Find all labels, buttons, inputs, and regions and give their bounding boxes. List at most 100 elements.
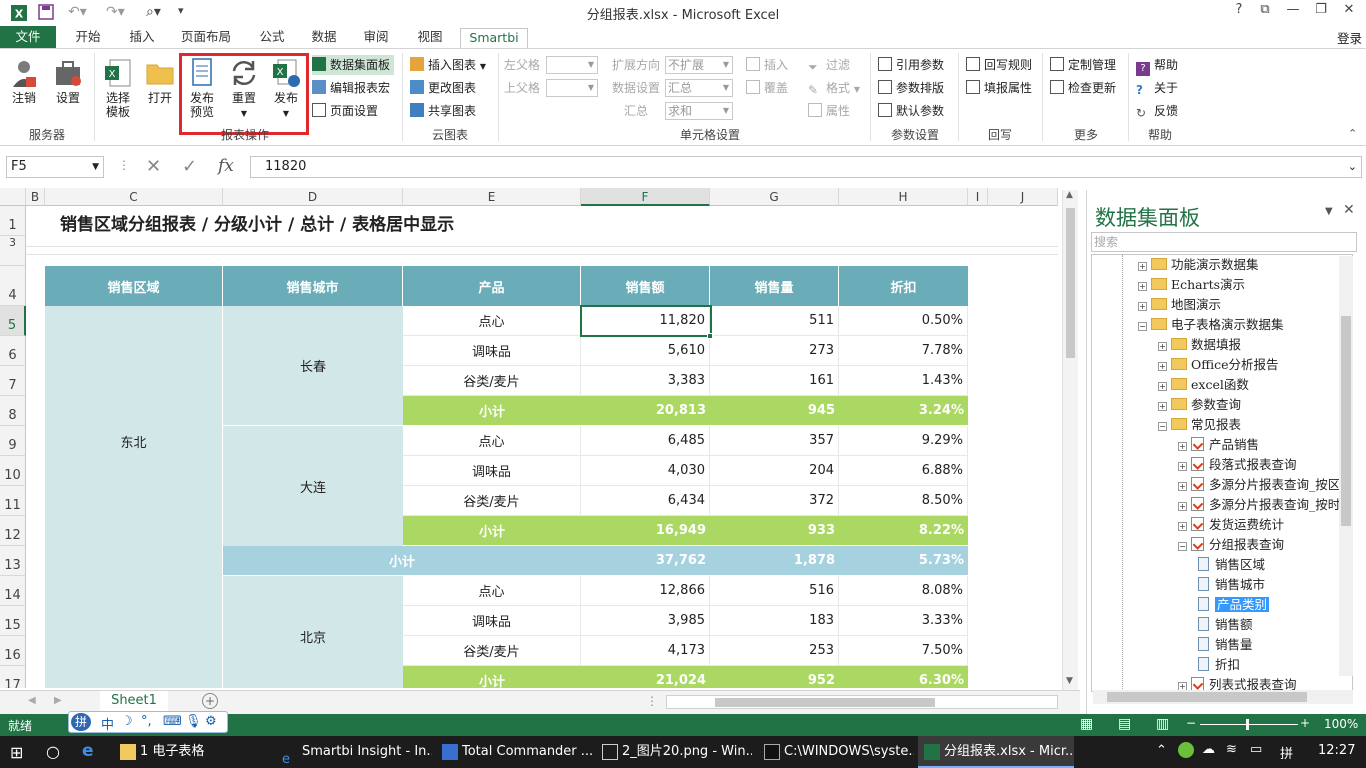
row-header[interactable]: 3 (0, 236, 26, 266)
publish-button[interactable]: X 发布▼ (268, 57, 304, 121)
tree-node-field[interactable]: 产品类别 (1198, 595, 1269, 615)
tree-node-field[interactable]: 销售额 (1198, 615, 1253, 635)
header-cell[interactable]: 销售额 (581, 266, 710, 306)
settings-button[interactable]: 设置 (50, 57, 86, 105)
about-button[interactable]: ?关于 (1136, 78, 1178, 98)
tree-node-report[interactable]: +发货运费统计 (1178, 515, 1284, 535)
subtotal-cell[interactable]: 小计 (403, 666, 581, 688)
data-cell[interactable]: 253 (710, 636, 839, 666)
tab-home[interactable]: 开始 (66, 28, 110, 48)
expand-icon[interactable]: + (1138, 302, 1147, 311)
column-header[interactable]: B (26, 188, 45, 206)
ime-halfwidth-icon[interactable]: ☽ (121, 714, 133, 729)
tree-node-folder[interactable]: +excel函数 (1158, 375, 1249, 395)
taskbar-item[interactable]: Total Commander ... (436, 736, 592, 768)
expand-icon[interactable]: + (1178, 462, 1187, 471)
ime-punct-icon[interactable]: °, (141, 714, 152, 729)
next-sheet-icon[interactable]: ▶ (54, 695, 62, 706)
data-cell[interactable]: 谷类/麦片 (403, 366, 581, 396)
tree-node-report[interactable]: +多源分片报表查询_按区域 (1178, 475, 1353, 495)
data-cell[interactable]: 4,173 (581, 636, 710, 666)
tree-node-folder[interactable]: −电子表格演示数据集 (1138, 315, 1284, 335)
row-header[interactable]: 4 (0, 266, 26, 306)
data-cell[interactable]: 204 (710, 456, 839, 486)
tree-horizontal-scrollbar[interactable] (1093, 690, 1353, 704)
wifi-icon[interactable]: ≋ (1226, 742, 1237, 757)
data-cell[interactable]: 7.78% (839, 336, 968, 366)
row-header[interactable]: 14 (0, 576, 26, 606)
data-cell[interactable]: 点心 (403, 426, 581, 456)
insert-function-icon[interactable]: fx (218, 156, 234, 176)
page-layout-view-icon[interactable]: ▤ (1118, 716, 1131, 732)
add-sheet-icon[interactable]: + (202, 693, 218, 709)
data-cell[interactable]: 9.29% (839, 426, 968, 456)
ribbon-display-options-icon[interactable]: ⧉ (1252, 2, 1278, 22)
subtotal-cell[interactable]: 小计 (403, 396, 581, 426)
fill-property-button[interactable]: 填报属性 (966, 78, 1032, 98)
tree-node-report[interactable]: +多源分片报表查询_按时间 (1178, 495, 1353, 515)
subtotal-cell[interactable]: 小计 (403, 516, 581, 546)
header-cell[interactable]: 销售量 (710, 266, 839, 306)
collapse-icon[interactable]: − (1178, 542, 1187, 551)
notification-icon[interactable]: ▭ (1250, 742, 1262, 757)
insert-mode-button[interactable]: 插入 (746, 55, 788, 75)
dataset-panel-button[interactable]: 数据集面板 (312, 55, 394, 75)
name-box[interactable]: F5▼ (6, 156, 104, 178)
column-header[interactable]: G (710, 188, 839, 206)
column-header-selected[interactable]: F (581, 188, 710, 206)
data-cell[interactable]: 183 (710, 606, 839, 636)
taskbar-item[interactable]: eSmartbi Insight - In... (276, 736, 432, 768)
subtotal-cell[interactable]: 8.22% (839, 516, 968, 546)
panel-menu-icon[interactable]: ▼ (1325, 206, 1333, 217)
tree-node-report[interactable]: +产品销售 (1178, 435, 1259, 455)
data-cell[interactable]: 273 (710, 336, 839, 366)
subtotal-cell[interactable]: 16,949 (581, 516, 710, 546)
page-break-view-icon[interactable]: ▥ (1156, 716, 1169, 732)
clock[interactable]: 12:27 (1318, 743, 1355, 758)
city-cell[interactable]: 大连 (223, 426, 403, 546)
publish-preview-button[interactable]: 发布 预览 (184, 57, 220, 119)
taskbar-item[interactable]: C:\WINDOWS\syste... (758, 736, 914, 768)
data-cell[interactable]: 点心 (403, 306, 581, 336)
horizontal-scrollbar[interactable] (666, 695, 1058, 709)
data-cell[interactable]: 516 (710, 576, 839, 606)
overwrite-mode-button[interactable]: 覆盖 (746, 78, 788, 98)
expand-icon[interactable]: + (1178, 442, 1187, 451)
custom-manage-button[interactable]: 定制管理 (1050, 55, 1116, 75)
data-cell[interactable]: 6,485 (581, 426, 710, 456)
taskbar-item[interactable]: 2_图片20.png - Win... (596, 736, 752, 768)
data-cell[interactable]: 调味品 (403, 606, 581, 636)
feedback-button[interactable]: ↻反馈 (1136, 101, 1178, 121)
row-header[interactable]: 15 (0, 606, 26, 636)
expand-icon[interactable]: + (1158, 402, 1167, 411)
tab-formulas[interactable]: 公式 (250, 28, 294, 48)
data-cell[interactable]: 谷类/麦片 (403, 636, 581, 666)
cloud-icon[interactable]: ☁ (1202, 742, 1215, 757)
dataset-tree[interactable]: +功能演示数据集+Echarts演示+地图演示−电子表格演示数据集+数据填报+O… (1091, 254, 1353, 692)
tree-node-folder[interactable]: +数据填报 (1158, 335, 1241, 355)
row-header[interactable]: 1 (0, 206, 26, 236)
collapse-icon[interactable]: − (1138, 322, 1147, 331)
header-cell[interactable]: 产品 (403, 266, 581, 306)
scroll-thumb[interactable] (715, 698, 935, 707)
cancel-icon[interactable]: ✕ (146, 156, 161, 177)
zoom-slider[interactable] (1200, 724, 1298, 725)
data-cell[interactable]: 3.33% (839, 606, 968, 636)
writeback-rule-button[interactable]: 回写规则 (966, 55, 1032, 75)
header-cell[interactable]: 销售城市 (223, 266, 403, 306)
data-cell[interactable]: 372 (710, 486, 839, 516)
data-cell[interactable]: 511 (710, 306, 839, 336)
row-header[interactable]: 11 (0, 486, 26, 516)
expand-icon[interactable]: + (1178, 482, 1187, 491)
data-cell[interactable]: 调味品 (403, 336, 581, 366)
ime-toolbar[interactable]: 拼 中 ☽ °, ⌨ 🎙 ⚙ (68, 711, 228, 733)
expand-direction-select[interactable]: 不扩展▼ (665, 56, 733, 74)
data-cell[interactable]: 谷类/麦片 (403, 486, 581, 516)
tree-node-folder[interactable]: +Office分析报告 (1158, 355, 1279, 375)
enter-icon[interactable]: ✓ (182, 156, 197, 177)
subtotal-cell[interactable]: 945 (710, 396, 839, 426)
taskbar-item-active[interactable]: 分组报表.xlsx - Micr... (918, 736, 1074, 768)
change-chart-button[interactable]: 更改图表 (410, 78, 476, 98)
column-header[interactable]: C (45, 188, 223, 206)
tab-smartbi[interactable]: Smartbi (460, 28, 528, 48)
